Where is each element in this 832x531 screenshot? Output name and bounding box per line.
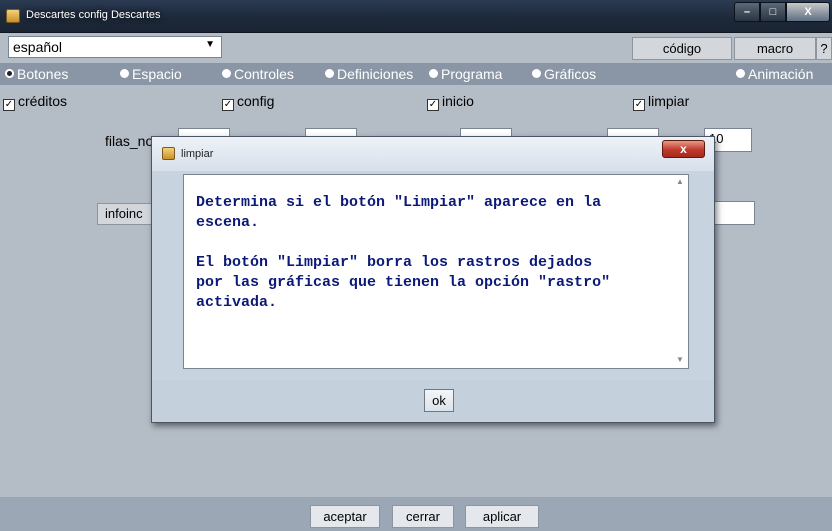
- minimize-button[interactable]: –: [734, 2, 760, 22]
- dialog-text: Determina si el botón "Limpiar" aparece …: [196, 194, 611, 311]
- radio-icon: [120, 69, 129, 78]
- checkbox-creditos[interactable]: ✓ créditos: [3, 93, 67, 111]
- dialog-title: limpiar: [181, 148, 214, 160]
- tab-controles[interactable]: Controles: [222, 66, 294, 82]
- app-icon: [162, 147, 175, 160]
- chevron-down-icon: ▼: [205, 39, 215, 50]
- macro-button[interactable]: macro: [734, 37, 816, 60]
- checkmark-icon: ✓: [427, 99, 439, 111]
- close-button[interactable]: cerrar: [392, 505, 454, 528]
- radio-icon: [429, 69, 438, 78]
- dialog-close-button[interactable]: x: [662, 140, 705, 158]
- tab-espacio[interactable]: Espacio: [120, 66, 182, 82]
- apply-button[interactable]: aplicar: [465, 505, 539, 528]
- checkmark-icon: ✓: [633, 99, 645, 111]
- checkmark-icon: ✓: [3, 99, 15, 111]
- window-title: Descartes config Descartes: [26, 9, 161, 21]
- scroll-down-icon[interactable]: ▼: [676, 355, 684, 364]
- app-icon: [6, 9, 20, 23]
- help-button[interactable]: ?: [816, 37, 832, 60]
- filas-label: filas_no: [105, 133, 154, 149]
- tab-animacion[interactable]: Animación: [736, 66, 813, 82]
- dialog: limpiar x Determina si el botón "Limpiar…: [151, 136, 715, 423]
- radio-icon: [325, 69, 334, 78]
- radio-icon: [532, 69, 541, 78]
- language-value: español: [13, 39, 63, 55]
- infoinci-button[interactable]: infoinc: [97, 203, 155, 225]
- checkbox-limpiar[interactable]: ✓ limpiar: [633, 93, 689, 111]
- dialog-text-area[interactable]: Determina si el botón "Limpiar" aparece …: [183, 174, 689, 369]
- checkbox-inicio[interactable]: ✓ inicio: [427, 93, 474, 111]
- maximize-button[interactable]: □: [760, 2, 786, 22]
- accept-button[interactable]: aceptar: [310, 505, 380, 528]
- ok-button[interactable]: ok: [424, 389, 454, 412]
- field[interactable]: [708, 201, 755, 225]
- tab-programa[interactable]: Programa: [429, 66, 502, 82]
- language-select[interactable]: español ▼: [8, 36, 222, 58]
- checkbox-config[interactable]: ✓ config: [222, 93, 274, 111]
- close-window-button[interactable]: X: [786, 2, 830, 22]
- tab-graficos[interactable]: Gráficos: [532, 66, 596, 82]
- scroll-up-icon[interactable]: ▲: [676, 177, 684, 186]
- codigo-button[interactable]: código: [632, 37, 732, 60]
- radio-icon: [222, 69, 231, 78]
- dialog-titlebar: [152, 137, 714, 171]
- radio-icon: [736, 69, 745, 78]
- tab-botones[interactable]: Botones: [5, 66, 68, 82]
- radio-selected-icon: [5, 69, 14, 78]
- checkmark-icon: ✓: [222, 99, 234, 111]
- tab-definiciones[interactable]: Definiciones: [325, 66, 413, 82]
